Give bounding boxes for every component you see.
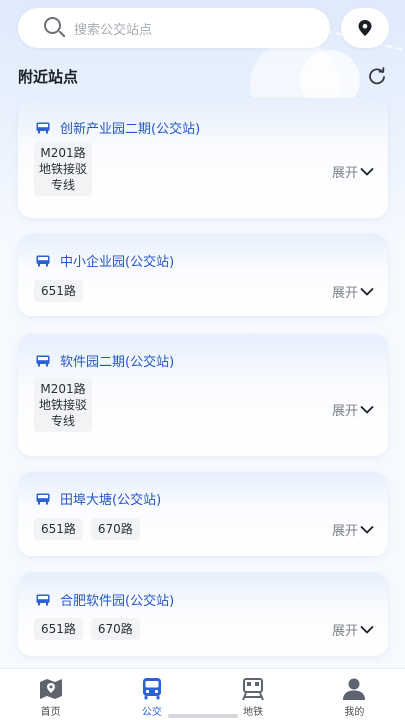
tab-home[interactable]: 首页 <box>0 669 101 720</box>
route-chip[interactable]: M201路地铁接驳专线 <box>34 142 92 196</box>
map-icon <box>39 679 62 699</box>
stop-name: 田埠大塘(公交站) <box>60 493 162 508</box>
route-chip[interactable]: 651路 <box>34 618 83 640</box>
chevron-down-icon <box>360 167 374 175</box>
chevron-down-icon <box>360 525 374 533</box>
route-chip[interactable]: 670路 <box>90 618 140 640</box>
bus-icon <box>142 678 161 700</box>
chevron-down-icon <box>360 287 374 295</box>
expand-button[interactable]: 展开 <box>332 162 374 181</box>
route-chip[interactable]: 651路 <box>34 518 83 540</box>
refresh-icon[interactable] <box>367 66 387 86</box>
expand-button[interactable]: 展开 <box>332 520 374 539</box>
chevron-down-icon <box>360 625 374 633</box>
expand-button[interactable]: 展开 <box>332 400 374 419</box>
bus-stop-icon <box>36 355 50 366</box>
section-title: 附近站点 <box>18 68 79 86</box>
tab-label: 地铁 <box>243 707 264 718</box>
bus-stop-icon <box>36 594 50 605</box>
stop-card[interactable]: 田埠大塘(公交站) 651路 670路 展开 <box>18 472 388 556</box>
bus-stop-icon <box>36 493 50 504</box>
expand-label: 展开 <box>331 624 358 639</box>
route-chip[interactable]: 670路 <box>90 518 140 540</box>
chevron-down-icon <box>360 405 374 413</box>
tab-label: 我的 <box>344 707 365 718</box>
expand-label: 展开 <box>331 286 358 301</box>
route-chip[interactable]: 651路 <box>34 280 83 302</box>
tab-bus[interactable]: 公交 <box>101 669 202 720</box>
expand-button[interactable]: 展开 <box>332 620 374 639</box>
active-tab-indicator <box>168 714 238 718</box>
user-icon <box>343 678 366 700</box>
stop-card[interactable]: 中小企业园(公交站) 651路 展开 <box>18 234 388 316</box>
bus-stop-icon <box>36 122 50 133</box>
expand-label: 展开 <box>331 166 358 181</box>
metro-icon <box>242 678 265 701</box>
stop-card[interactable]: 创新产业园二期(公交站) M201路地铁接驳专线 展开 <box>18 98 388 218</box>
expand-button[interactable]: 展开 <box>332 282 374 301</box>
stop-name: 创新产业园二期(公交站) <box>60 122 201 137</box>
tab-profile[interactable]: 我的 <box>304 669 405 720</box>
expand-label: 展开 <box>331 404 358 419</box>
search-input[interactable]: 搜索公交站点 <box>18 8 330 48</box>
stop-card[interactable]: 合肥软件园(公交站) 651路 670路 展开 <box>18 572 388 656</box>
expand-label: 展开 <box>331 524 358 539</box>
tab-label: 首页 <box>40 707 61 718</box>
location-pin-icon <box>358 20 372 36</box>
tab-metro[interactable]: 地铁 <box>203 669 304 720</box>
tab-label: 公交 <box>141 707 162 718</box>
bottom-tab-bar: 首页 公交 地铁 我的 <box>0 668 405 720</box>
route-chip[interactable]: M201路地铁接驳专线 <box>34 378 92 432</box>
stop-card[interactable]: 软件园二期(公交站) M201路地铁接驳专线 展开 <box>18 334 388 456</box>
search-icon <box>42 16 66 40</box>
location-button[interactable] <box>341 8 389 48</box>
stop-name: 软件园二期(公交站) <box>60 355 175 370</box>
stop-name: 合肥软件园(公交站) <box>60 594 175 609</box>
stop-name: 中小企业园(公交站) <box>60 255 175 270</box>
bus-stop-icon <box>36 255 50 266</box>
search-placeholder: 搜索公交站点 <box>74 22 153 38</box>
